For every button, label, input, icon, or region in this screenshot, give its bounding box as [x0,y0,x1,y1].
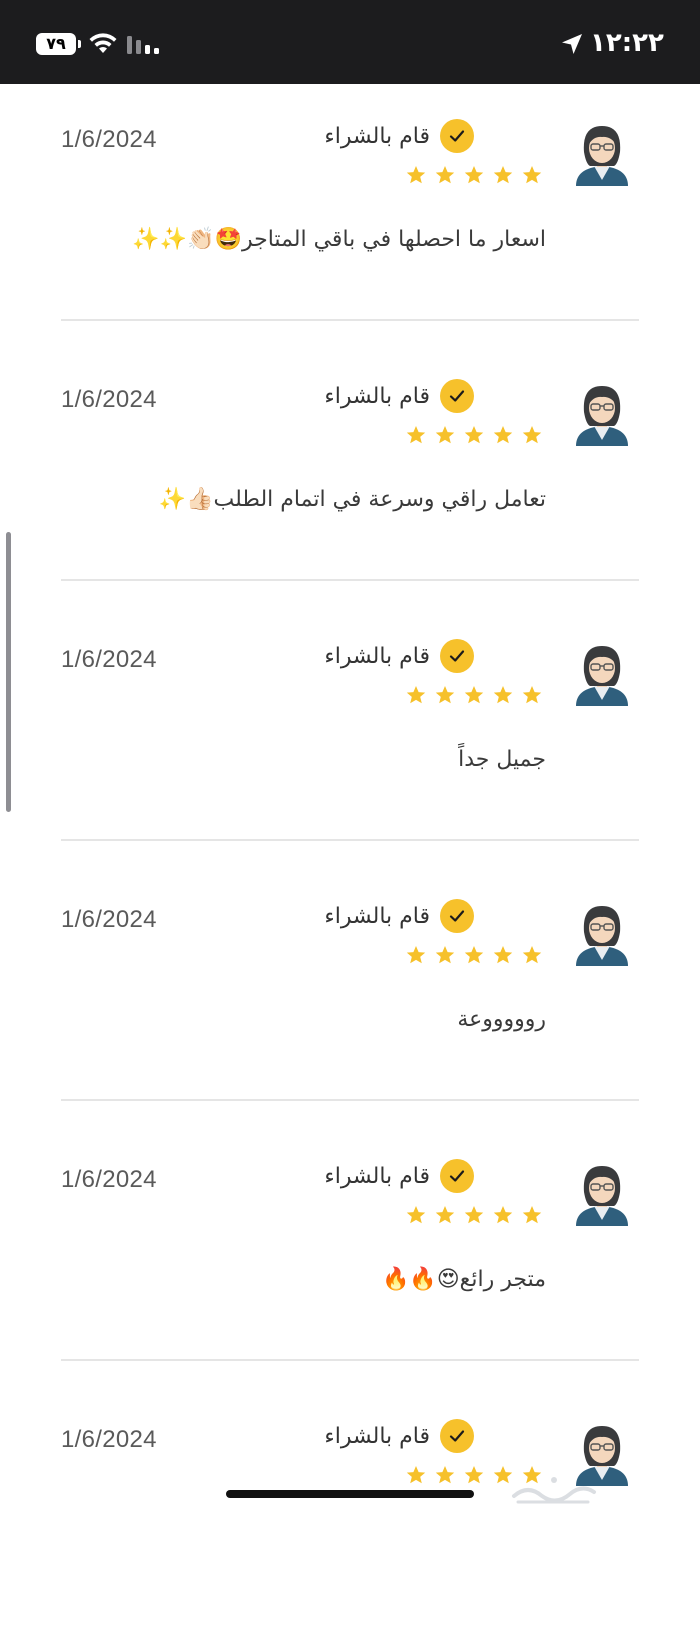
star-rating [406,1206,542,1224]
review-item: قام بالشراء 1/6/2024 روووووعة [0,864,700,1124]
review-item: قام بالشراء 1/6/2024 [0,1384,700,1644]
star-rating [406,166,542,184]
star-rating [406,946,542,964]
review-date: 1/6/2024 [61,126,157,153]
star-icon [522,946,542,964]
star-icon [522,426,542,444]
star-icon [406,1206,426,1224]
star-icon [464,1206,484,1224]
home-indicator[interactable] [226,1490,474,1498]
location-arrow-icon [562,34,582,54]
star-icon [435,166,455,184]
star-icon [406,166,426,184]
star-icon [464,946,484,964]
cellular-signal-icon [127,36,159,54]
star-icon [522,166,542,184]
review-date: 1/6/2024 [61,906,157,933]
star-icon [493,686,513,704]
star-icon [493,1206,513,1224]
reviewer-name-row: قام بالشراء [324,1158,474,1194]
verified-check-icon [440,119,474,153]
star-icon [493,166,513,184]
review-item: قام بالشراء 1/6/2024 جميل جداً [0,604,700,864]
star-icon [522,686,542,704]
star-icon [464,686,484,704]
star-icon [406,686,426,704]
star-icon [435,1466,455,1484]
review-divider [61,1359,639,1361]
star-icon [464,1466,484,1484]
reviewer-name: قام بالشراء [324,1423,430,1449]
star-icon [522,1206,542,1224]
review-comment: جميل جداً [458,747,546,772]
wifi-icon [89,33,117,53]
star-icon [435,686,455,704]
review-comment: روووووعة [457,1007,546,1032]
reviewer-avatar-icon [576,906,628,966]
review-comment: اسعار ما احصلها في باقي المتاجر🤩👏🏻✨✨ [132,227,546,252]
reviewer-avatar-icon [576,386,628,446]
reviewer-name: قام بالشراء [324,903,430,929]
reviewer-name: قام بالشراء [324,643,430,669]
star-icon [464,166,484,184]
review-date: 1/6/2024 [61,1426,157,1453]
star-icon [406,1466,426,1484]
star-icon [493,426,513,444]
star-icon [435,426,455,444]
verified-check-icon [440,639,474,673]
reviewer-name: قام بالشراء [324,123,430,149]
verified-check-icon [440,379,474,413]
star-icon [435,946,455,964]
reviewer-name-row: قام بالشراء [324,378,474,414]
verified-check-icon [440,899,474,933]
star-rating [406,426,542,444]
reviewer-name: قام بالشراء [324,1163,430,1189]
review-date: 1/6/2024 [61,386,157,413]
review-date: 1/6/2024 [61,646,157,673]
review-item: قام بالشراء 1/6/2024 تعامل راقي وسرعة في… [0,344,700,604]
reviewer-name-row: قام بالشراء [324,1418,474,1454]
reviewer-avatar-icon [576,646,628,706]
star-icon [435,1206,455,1224]
watermark-logo [512,1477,596,1504]
star-icon [493,946,513,964]
battery-icon: ٧٩ [36,33,81,55]
status-time: ١٢:٢٢ [590,28,664,58]
reviewer-name-row: قام بالشراء [324,118,474,154]
review-divider [61,1099,639,1101]
reviewer-avatar-icon [576,1166,628,1226]
review-divider [61,839,639,841]
star-icon [406,946,426,964]
star-icon [406,426,426,444]
reviewer-name-row: قام بالشراء [324,898,474,934]
reviewer-name-row: قام بالشراء [324,638,474,674]
star-rating [406,686,542,704]
reviewer-avatar-icon [576,126,628,186]
review-divider [61,319,639,321]
verified-check-icon [440,1159,474,1193]
status-bar: ٧٩ ١٢:٢٢ [0,0,700,84]
review-divider [61,579,639,581]
review-list: قام بالشراء 1/6/2024 اسعار ما احصلها في … [0,84,700,1514]
verified-check-icon [440,1419,474,1453]
review-comment: تعامل راقي وسرعة في اتمام الطلب👍🏻✨ [158,487,546,512]
reviewer-name: قام بالشراء [324,383,430,409]
review-item: قام بالشراء 1/6/2024 متجر رائع😍🔥🔥 [0,1124,700,1384]
review-comment: متجر رائع😍🔥🔥 [381,1267,546,1292]
star-icon [464,426,484,444]
review-item: قام بالشراء 1/6/2024 اسعار ما احصلها في … [0,84,700,344]
review-date: 1/6/2024 [61,1166,157,1193]
